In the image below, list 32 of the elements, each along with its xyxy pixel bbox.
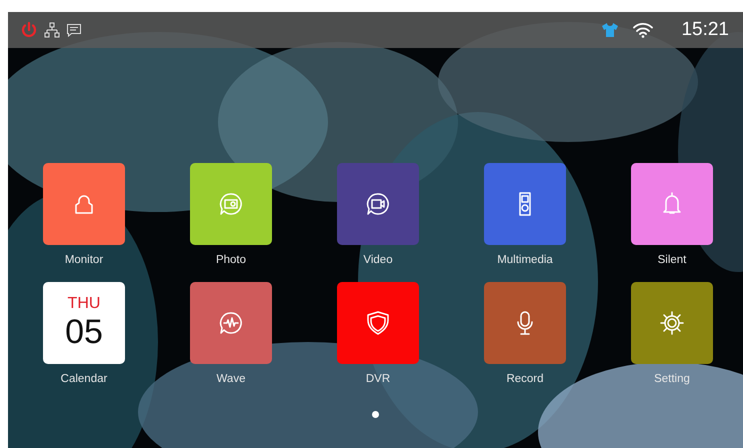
- app-tile[interactable]: [337, 282, 419, 364]
- app-tile[interactable]: [484, 282, 566, 364]
- app-tile[interactable]: [631, 163, 713, 245]
- power-icon[interactable]: [20, 21, 38, 39]
- app-label: Monitor: [64, 254, 104, 266]
- clock-time: 15:21: [681, 19, 729, 41]
- app-label: Video: [363, 254, 393, 266]
- app-label: Record: [506, 373, 544, 385]
- settings-icon: [658, 309, 686, 337]
- date-text: 05: [65, 313, 103, 351]
- message-icon[interactable]: [66, 22, 82, 38]
- calendar-tile[interactable]: THU 05: [43, 282, 125, 364]
- app-tile[interactable]: [190, 163, 272, 245]
- app-tile[interactable]: [337, 163, 419, 245]
- video-icon: [364, 190, 392, 218]
- sound-wave-icon: [217, 309, 245, 337]
- app-label: Multimedia: [497, 254, 553, 266]
- app-tile[interactable]: [484, 163, 566, 245]
- app-tile[interactable]: [631, 282, 713, 364]
- wifi-icon: [633, 22, 654, 38]
- app-tile[interactable]: [43, 163, 125, 245]
- app-tile[interactable]: [190, 282, 272, 364]
- app-label: Silent: [658, 254, 686, 266]
- app-label: Setting: [654, 373, 690, 385]
- weekday-text: THU: [68, 295, 100, 313]
- t-shirt-icon: [601, 22, 620, 38]
- photo-icon: [217, 190, 245, 218]
- app-label: Photo: [216, 254, 246, 266]
- app-label: Calendar: [60, 373, 108, 385]
- app-label: Wave: [216, 373, 246, 385]
- network-icon[interactable]: [44, 22, 60, 38]
- app-label: DVR: [366, 373, 390, 385]
